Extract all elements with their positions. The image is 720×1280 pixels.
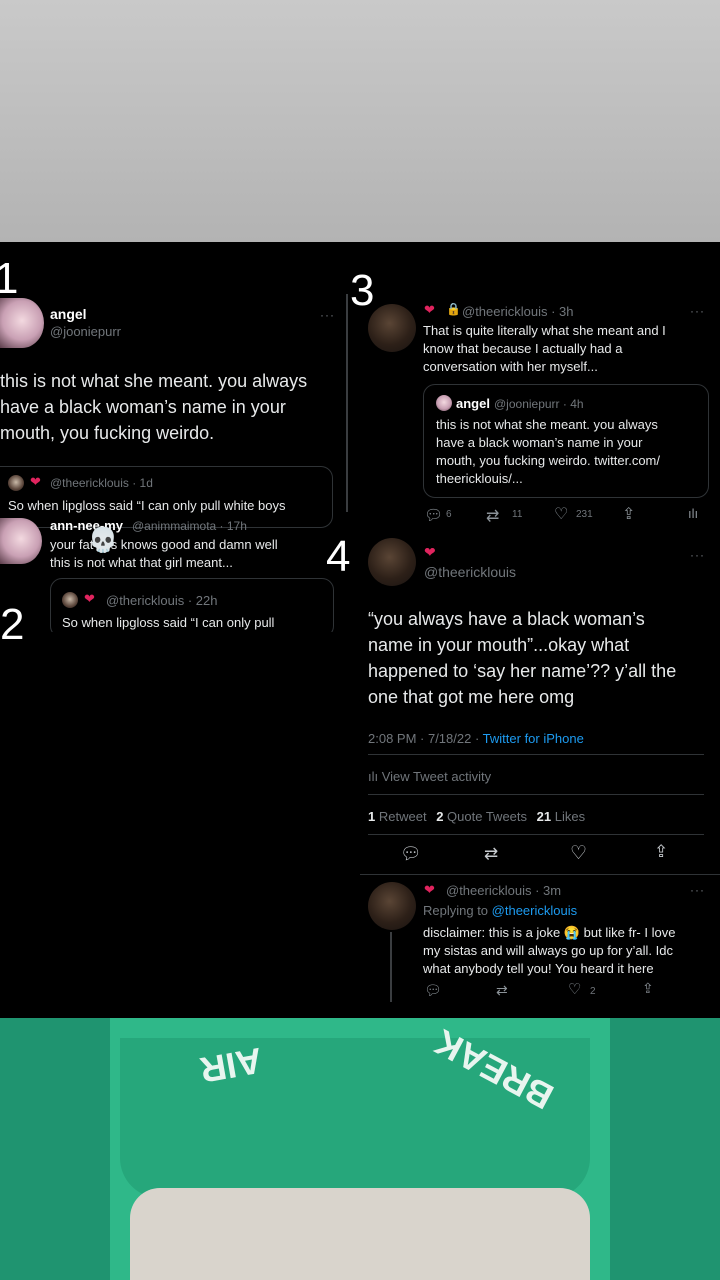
avatar-theericklouis[interactable]	[368, 304, 416, 352]
lock-icon: 🔒	[446, 302, 461, 316]
retweet-icon-5[interactable]: ⇄	[496, 982, 508, 999]
tweet-text: this is not what she meant. you always h…	[0, 371, 308, 443]
divider	[368, 754, 704, 755]
author-name[interactable]: angel	[50, 306, 87, 322]
retweets-count: 1	[368, 809, 376, 824]
quoted-name-3: angel	[456, 396, 490, 411]
heart-emoji-icon: ❤	[30, 474, 41, 489]
heart-emoji-icon-2: ❤	[84, 591, 95, 606]
quoted-avatar	[8, 475, 24, 491]
retweet-icon-4[interactable]: ⇄	[484, 844, 498, 864]
quoted-handle-3: @jooniepurr · 4h	[494, 397, 584, 411]
activity-icon: ılı	[368, 769, 382, 784]
tweet-text-3: That is quite literally what she meant a…	[423, 323, 666, 374]
quoted-text-2: So when lipgloss said “I can only pull	[62, 615, 275, 630]
avatar-theericklouis-3[interactable]	[368, 882, 416, 930]
reply-author-handle[interactable]: @animmaimota · 17h	[132, 519, 247, 533]
skull-emoji-icon: 💀	[88, 527, 118, 554]
tweet-collage: 1 angel @jooniepurr ··· this is not what…	[0, 242, 720, 1018]
divider-3	[368, 834, 704, 835]
reply-count: 6	[446, 509, 452, 520]
reply-icon-4[interactable]: 💬︎	[400, 844, 422, 864]
panel-number-2: 2	[0, 600, 25, 649]
quotes-label: Quote Tweets	[447, 809, 528, 824]
quoted-text-3: this is not what she meant. you always h…	[436, 417, 660, 486]
more-options-icon-5[interactable]: ···	[690, 883, 705, 897]
divider-2	[368, 794, 704, 795]
tweet-handle-5[interactable]: @theericklouis · 3m	[446, 883, 561, 898]
shirt-shadow-right	[610, 1018, 720, 1280]
tweet-timestamp: 2:08 PM · 7/18/22 · Twitter for iPhone	[368, 731, 584, 746]
person-shirt: AIR BREAK	[0, 1018, 720, 1280]
panel-number-1: 1	[0, 254, 19, 303]
quoted-text: So when lipgloss said “I can only pull w…	[8, 498, 286, 513]
tweet-handle-4[interactable]: @theericklouis	[424, 564, 516, 580]
panel-number-4: 4	[326, 532, 351, 581]
share-icon-5[interactable]: ⇪	[642, 980, 654, 997]
tweet-handle-3[interactable]: @theericklouis · 3h	[462, 304, 573, 319]
likes-label: Likes	[554, 809, 586, 824]
like-count-5: 2	[590, 986, 596, 997]
like-icon[interactable]: ♡	[554, 504, 568, 524]
more-options-icon[interactable]: ···	[320, 308, 335, 322]
retweets-label: Retweet	[378, 809, 427, 824]
quoted-avatar-2	[62, 592, 78, 608]
lap-blanket	[130, 1188, 590, 1280]
heart-emoji-icon-3: ❤	[424, 302, 435, 317]
author-handle[interactable]: @jooniepurr	[50, 324, 121, 339]
quoted-avatar-3	[436, 395, 452, 411]
like-icon-4[interactable]: ♡	[570, 842, 587, 865]
tweet-text-4: “you always have a black woman’s name in…	[368, 609, 677, 707]
replying-to-link[interactable]: @theericklouis	[492, 903, 577, 918]
retweet-count: 11	[512, 509, 523, 520]
tweet-text-5: disclaimer: this is a joke 😭 but like fr…	[423, 925, 676, 976]
replying-to: Replying to @theericklouis	[423, 903, 578, 918]
view-tweet-activity[interactable]: ılı View Tweet activity	[368, 769, 491, 784]
reply-icon-5[interactable]: 💬︎	[424, 982, 442, 999]
more-options-icon-4[interactable]: ···	[690, 548, 705, 562]
client-link[interactable]: Twitter for iPhone	[483, 731, 584, 746]
likes-count: 21	[536, 809, 552, 824]
like-count: 231	[576, 509, 593, 520]
avatar-ann-nee-my[interactable]	[0, 518, 42, 564]
background-wall	[0, 0, 720, 242]
avatar-theericklouis-2[interactable]	[368, 538, 416, 586]
crop-mask	[50, 632, 340, 672]
thread-line-2	[390, 932, 392, 1002]
reply-icon[interactable]: 💬︎	[424, 506, 443, 524]
quotes-count: 2	[436, 809, 444, 824]
quoted-handle-2: @thericklouis · 22h	[106, 593, 218, 608]
divider-4	[360, 874, 720, 875]
retweet-icon[interactable]: ⇄	[486, 506, 499, 526]
panel-number-3: 3	[350, 266, 375, 315]
share-icon[interactable]: ⇪	[622, 504, 635, 524]
shirt-shadow-left	[0, 1018, 110, 1280]
heart-emoji-icon-5: ❤	[424, 882, 435, 897]
avatar-angel[interactable]	[0, 298, 44, 348]
share-icon-4[interactable]: ⇪	[654, 842, 668, 862]
reply-text: your fat ass knows good and damn well th…	[50, 537, 278, 570]
thread-line	[346, 294, 348, 512]
like-icon-5[interactable]: ♡	[568, 980, 581, 998]
analytics-icon[interactable]: ılı	[688, 506, 698, 521]
engagement-stats: 1 Retweet 2 Quote Tweets 21 Likes	[368, 809, 585, 824]
heart-emoji-icon-4: ❤	[424, 544, 436, 560]
more-options-icon-3[interactable]: ···	[690, 304, 705, 318]
quoted-handle: @theericklouis · 1d	[50, 476, 153, 490]
